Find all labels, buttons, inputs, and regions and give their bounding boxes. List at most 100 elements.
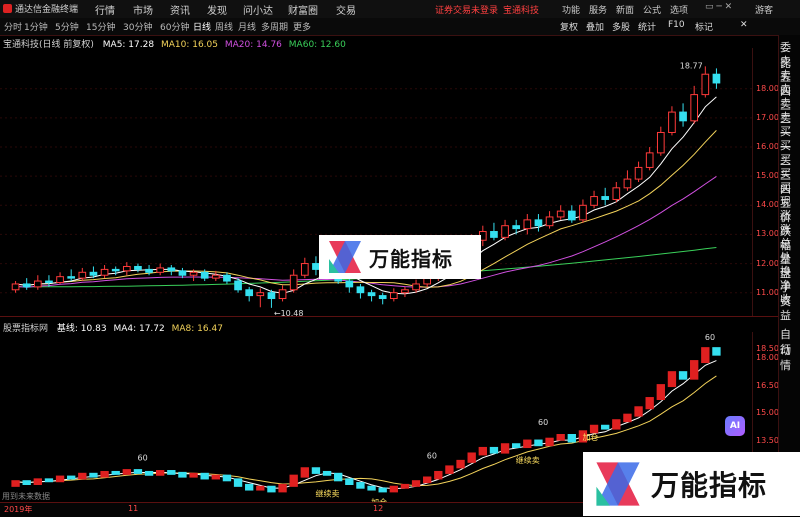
indicator-bar	[256, 485, 265, 491]
candle-body	[367, 292, 376, 297]
indicator-bar	[33, 478, 42, 485]
window-controls-icon[interactable]: ▭ ─ ✕	[705, 2, 732, 12]
toolbar-restore[interactable]: 复权	[560, 20, 578, 33]
candle-body	[111, 268, 120, 272]
high-price-label: 18.77	[680, 61, 703, 70]
candle-body	[67, 276, 76, 279]
menu-item-trade[interactable]: 交易	[336, 2, 356, 17]
indicator-bar	[456, 459, 465, 469]
candle-body	[11, 283, 20, 291]
indicator-axis-label: 18.50	[756, 343, 779, 353]
indicator-bar	[423, 476, 432, 484]
toolbar-overlay[interactable]: 叠加	[586, 20, 604, 33]
indicator-bar	[133, 469, 143, 474]
candle-body	[156, 267, 165, 273]
indicator-bar	[100, 470, 109, 478]
indicator-axis-label: 13.50	[756, 436, 779, 446]
candle-body	[289, 274, 298, 291]
menu-item-discover[interactable]: 发现	[207, 2, 227, 17]
candle-body	[45, 280, 53, 283]
candle-body	[612, 187, 621, 200]
indicator-bar	[278, 483, 287, 493]
tab-more[interactable]: 更多	[293, 20, 311, 33]
candle-body	[690, 94, 699, 122]
candle-body	[223, 274, 231, 282]
indicator-bar	[678, 371, 688, 380]
toolbar-f10[interactable]: F10	[668, 20, 685, 30]
indicator-bar	[411, 480, 421, 487]
candle-body	[645, 152, 654, 168]
toolbar-close-icon[interactable]: ✕	[740, 20, 748, 30]
menu-item-guest[interactable]: 游客	[755, 3, 773, 16]
date-label-year: 2019年	[4, 505, 33, 514]
indicator-bar	[189, 472, 198, 478]
candle-body	[412, 283, 420, 291]
candle-body	[100, 268, 109, 276]
candle-body	[501, 225, 509, 238]
indicator-bar	[612, 419, 621, 430]
login-status[interactable]: 证券交易未登录	[435, 3, 498, 16]
indicator-bar	[178, 471, 187, 478]
tab-30min[interactable]: 30分钟	[123, 20, 152, 33]
indicator-bar	[67, 475, 76, 480]
menu-item-news[interactable]: 资讯	[170, 2, 190, 17]
indicator-bar	[512, 443, 521, 449]
price-axis-label: 15.00	[756, 171, 779, 181]
indicator-axis-label: 18.00	[756, 352, 779, 362]
indicator-bar	[322, 470, 332, 476]
panel-divider	[0, 316, 778, 317]
tab-multi-period[interactable]: 多周期	[261, 20, 288, 33]
indicator-bar	[356, 482, 365, 489]
signal-label-buy2: 加仓	[583, 432, 599, 442]
candle-body	[590, 196, 598, 206]
indicator-bar	[55, 475, 65, 483]
indicator-bar	[267, 485, 276, 493]
toolbar-mark[interactable]: 标记	[695, 20, 713, 33]
candle-body	[145, 268, 153, 273]
ai-button[interactable]: AI	[725, 416, 745, 436]
tab-monthly[interactable]: 月线	[238, 20, 256, 33]
tab-daily[interactable]: 日线	[193, 20, 211, 33]
candle-body	[389, 292, 398, 300]
indicator-axis-label: 16.50	[756, 380, 779, 390]
menu-item-quotes[interactable]: 行情	[95, 2, 115, 17]
tab-15min[interactable]: 15分钟	[86, 20, 115, 33]
toolbar-statistics[interactable]: 统计	[638, 20, 656, 33]
candle-body	[545, 216, 554, 227]
indicator-bar	[601, 424, 610, 430]
indicator-bar	[334, 472, 343, 482]
indicator-bar	[567, 434, 576, 443]
indicator-bar	[589, 424, 599, 434]
tab-weekly[interactable]: 周线	[215, 20, 233, 33]
price-axis-label: 14.00	[756, 200, 779, 210]
candle-body	[490, 231, 498, 238]
tab-60min[interactable]: 60分钟	[160, 20, 189, 33]
candle-body	[623, 178, 632, 189]
candle-body	[78, 271, 87, 279]
indicator-bar	[656, 384, 665, 400]
candle-body	[579, 204, 587, 221]
menu-item-wealth[interactable]: 财富圈	[288, 2, 318, 17]
menu-item-new[interactable]: 新面	[616, 3, 634, 16]
candle-body	[267, 292, 276, 300]
indicator-bar	[44, 478, 54, 483]
candle-body	[122, 265, 131, 272]
menu-item-options[interactable]: 选项	[670, 3, 688, 16]
candle-body	[679, 111, 687, 122]
menu-item-function[interactable]: 功能	[562, 3, 580, 16]
toolbar-multi-stock[interactable]: 多股	[612, 20, 630, 33]
indicator-bar	[222, 474, 232, 482]
tab-1min[interactable]: 1分钟	[24, 20, 48, 33]
menu-item-formula[interactable]: 公式	[643, 3, 661, 16]
tab-5min[interactable]: 5分钟	[55, 20, 79, 33]
menu-item-ask[interactable]: 问小达	[243, 2, 273, 17]
menu-item-service[interactable]: 服务	[589, 3, 607, 16]
app-title: 通达信金融终端	[15, 5, 79, 15]
candle-body	[33, 280, 42, 288]
sidebar-lower-label[interactable]: 行情	[780, 341, 800, 373]
tab-minute[interactable]: 分时	[4, 20, 22, 33]
watermark-center: 万能指标	[319, 235, 481, 279]
indicator-bar	[122, 469, 131, 475]
menu-item-market[interactable]: 市场	[133, 2, 153, 17]
quote-sidebar: 委比 卖五 卖四 卖三 卖二 卖一 买一 买二 买三 买四 买五 现价 涨跌 涨幅 总量 外盘 换手 净资 收益 自动…	[778, 35, 800, 516]
